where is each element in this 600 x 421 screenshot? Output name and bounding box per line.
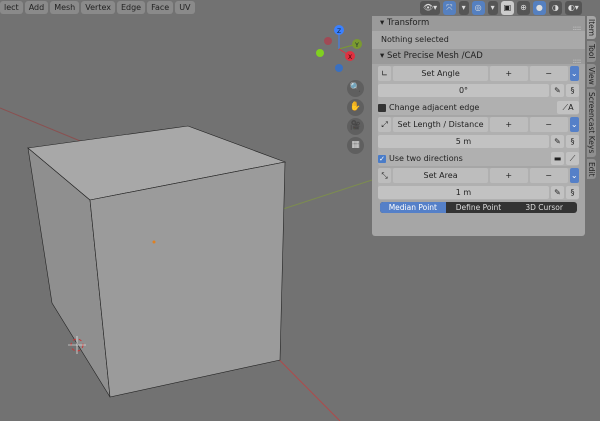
shading-solid-button[interactable]: ● bbox=[532, 1, 546, 15]
camera-icon[interactable]: 🎥 bbox=[347, 118, 364, 135]
set-area-box: ⤡ Set Area + − ⌄ 1 m ✎ § bbox=[378, 168, 579, 200]
navigation-gizmo[interactable]: Z Y X bbox=[316, 25, 362, 72]
use-two-directions-checkbox[interactable]: ✓ bbox=[378, 154, 386, 163]
transform-title: Transform bbox=[386, 18, 430, 28]
set-length-button[interactable]: Set Length / Distance bbox=[393, 117, 488, 132]
tab-tool[interactable]: Tool bbox=[587, 41, 596, 62]
tab-screencast-keys[interactable]: Screencast Keys bbox=[587, 89, 596, 157]
eyedropper-icon[interactable]: ✎ bbox=[551, 186, 564, 199]
change-adjacent-edge-label: Change adjacent edge bbox=[389, 103, 480, 112]
chevron-down-icon[interactable]: ⌄ bbox=[569, 168, 579, 183]
python-icon[interactable]: § bbox=[566, 84, 579, 97]
tab-view[interactable]: View bbox=[587, 63, 596, 88]
tab-edit[interactable]: Edit bbox=[587, 158, 596, 180]
area-minus-button[interactable]: − bbox=[529, 168, 568, 183]
python-icon[interactable]: § bbox=[566, 186, 579, 199]
menu-select[interactable]: lect bbox=[0, 1, 23, 14]
visibility-dropdown[interactable]: 👁▾ bbox=[420, 1, 441, 15]
menu-face[interactable]: Face bbox=[147, 1, 174, 14]
angle-plus-button[interactable]: + bbox=[489, 66, 528, 81]
edge-angle-tool-button[interactable]: ⟋A bbox=[557, 101, 579, 114]
length-minus-button[interactable]: − bbox=[529, 117, 568, 132]
pivot-median-point[interactable]: Median Point bbox=[380, 202, 446, 213]
set-angle-box: ∟ Set Angle + − ⌄ 0° ✎ § Change adjacent edge ⟋… bbox=[378, 66, 579, 115]
length-icon: ⤢ bbox=[378, 117, 392, 132]
xray-toggle-button[interactable]: ▣ bbox=[500, 1, 515, 15]
gizmo-z-label: Z bbox=[337, 28, 341, 35]
y-axis-line bbox=[279, 179, 373, 211]
menu-bar: lect Add Mesh Vertex Edge Face UV bbox=[0, 1, 195, 14]
use-two-directions-label: Use two directions bbox=[389, 154, 463, 163]
angle-icon: ∟ bbox=[378, 66, 392, 81]
cad-title: Set Precise Mesh /CAD bbox=[386, 51, 483, 61]
edge-length-icon[interactable]: ⟋ bbox=[566, 152, 579, 165]
chevron-down-icon[interactable]: ▾ bbox=[458, 1, 469, 15]
pivot-selector: Median Point Define Point 3D Cursor bbox=[380, 202, 577, 213]
menu-edge[interactable]: Edge bbox=[116, 1, 146, 14]
shading-material-button[interactable]: ◑ bbox=[548, 1, 562, 15]
cube-front-face[interactable] bbox=[89, 161, 286, 398]
chevron-down-icon[interactable]: ⌄ bbox=[569, 117, 579, 132]
pivot-3d-cursor[interactable]: 3D Cursor bbox=[511, 202, 577, 213]
set-angle-button[interactable]: Set Angle bbox=[393, 66, 488, 81]
angle-minus-button[interactable]: − bbox=[529, 66, 568, 81]
shading-wireframe-button[interactable]: ⊕ bbox=[517, 1, 530, 15]
shading-rendered-button[interactable]: ◐▾ bbox=[564, 1, 582, 15]
pivot-define-point[interactable]: Define Point bbox=[446, 202, 512, 213]
length-plus-button[interactable]: + bbox=[489, 117, 528, 132]
grid-perspective-icon[interactable]: ▦ bbox=[347, 137, 364, 154]
overlay-toggle-button[interactable]: ◎ bbox=[471, 1, 485, 15]
header-tools: 👁▾ ⤧ ▾ ◎ ▾ ▣ ⊕ ● ◑ ◐▾ bbox=[420, 1, 582, 15]
length-input[interactable]: 5 m bbox=[378, 135, 549, 148]
monitor-icon[interactable]: ▬ bbox=[551, 152, 564, 165]
change-adjacent-edge-checkbox[interactable] bbox=[378, 103, 386, 112]
menu-vertex[interactable]: Vertex bbox=[81, 1, 115, 14]
menu-mesh[interactable]: Mesh bbox=[50, 1, 80, 14]
chevron-down-icon[interactable]: ▾ bbox=[487, 1, 498, 15]
eyedropper-icon[interactable]: ✎ bbox=[551, 84, 564, 97]
transform-status: Nothing selected bbox=[372, 31, 585, 49]
area-icon: ⤡ bbox=[378, 168, 392, 183]
transform-header[interactable]: ▾ Transform:::: bbox=[372, 16, 585, 32]
tab-item[interactable]: Item bbox=[587, 16, 596, 40]
x-axis-line bbox=[0, 107, 91, 146]
sidebar-tabs: Item Tool View Screencast Keys Edit bbox=[587, 16, 600, 181]
gizmo-y-label: Y bbox=[354, 42, 359, 49]
zoom-icon[interactable]: 🔍 bbox=[347, 80, 364, 97]
area-input[interactable]: 1 m bbox=[378, 186, 549, 199]
hand-pan-icon[interactable]: ✋ bbox=[347, 99, 364, 116]
gizmo-toggle-button[interactable]: ⤧ bbox=[443, 1, 456, 15]
menu-uv[interactable]: UV bbox=[175, 1, 195, 14]
area-plus-button[interactable]: + bbox=[489, 168, 528, 183]
set-area-button[interactable]: Set Area bbox=[393, 168, 488, 183]
origin-point bbox=[152, 240, 156, 244]
sidebar-panel: ▾ Transform:::: Nothing selected ▾ Set P… bbox=[372, 16, 585, 236]
set-length-box: ⤢ Set Length / Distance + − ⌄ 5 m ✎ § ✓ Use two… bbox=[378, 117, 579, 166]
gizmo-x-label: X bbox=[348, 54, 352, 61]
menu-add[interactable]: Add bbox=[24, 1, 49, 14]
cad-header[interactable]: ▾ Set Precise Mesh /CAD:::: bbox=[372, 49, 585, 65]
eyedropper-icon[interactable]: ✎ bbox=[551, 135, 564, 148]
python-icon[interactable]: § bbox=[566, 135, 579, 148]
angle-input[interactable]: 0° bbox=[378, 84, 549, 97]
